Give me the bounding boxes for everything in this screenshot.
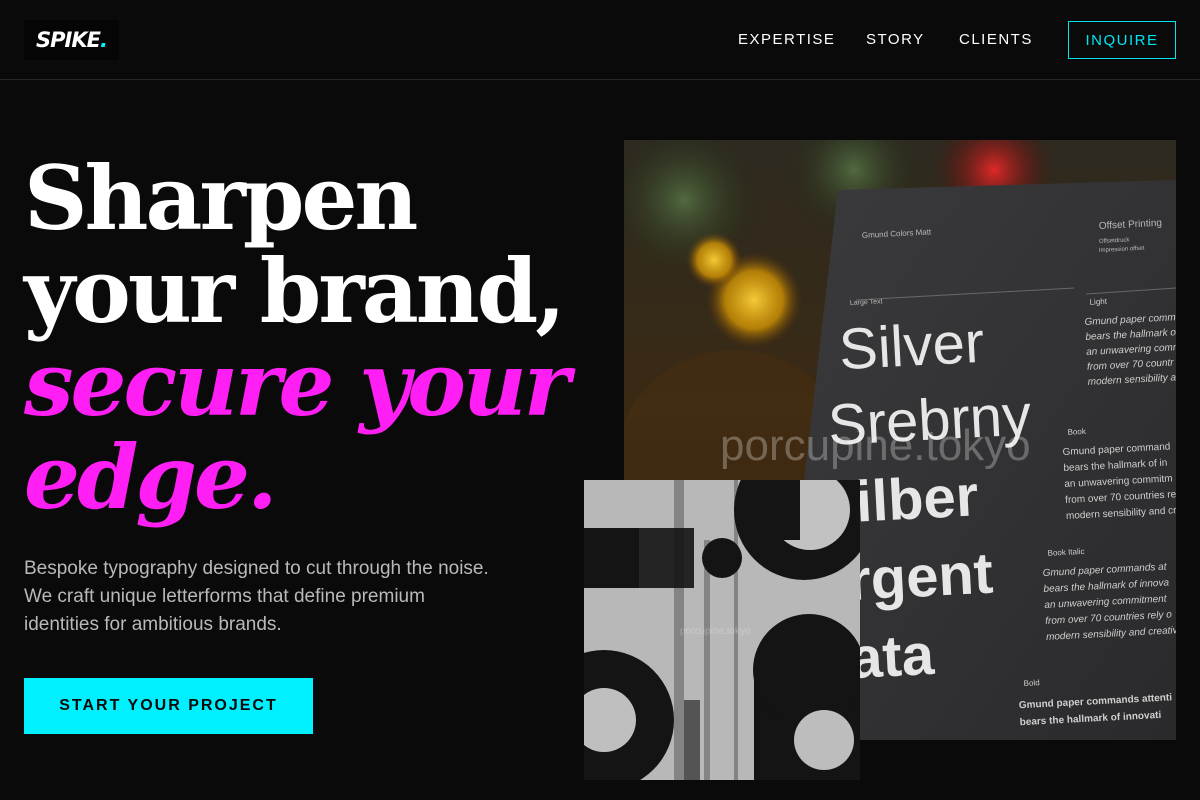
distressed-print-photo: porcupine.tokyo: [584, 480, 860, 780]
hero-accent-line-1: secure your: [24, 332, 570, 436]
photo-watermark: porcupine.tokyo: [720, 421, 1031, 470]
hero-title: Sharpen your brand, secure your edge.: [24, 146, 570, 529]
hero-subtitle: Bespoke typography designed to cut throu…: [24, 558, 489, 635]
hero-accent-line-2: edge.: [24, 425, 278, 529]
nav-story[interactable]: STORY: [866, 31, 925, 48]
svg-text:Book: Book: [1067, 427, 1087, 437]
svg-text:Silver: Silver: [837, 310, 985, 383]
site-header: SPIKE. EXPERTISE STORY CLIENTS INQUIRE: [0, 0, 1200, 80]
svg-text:Light: Light: [1089, 297, 1108, 307]
inquire-button[interactable]: INQUIRE: [1068, 21, 1176, 59]
svg-text:Bold: Bold: [1023, 678, 1039, 688]
nav-expertise[interactable]: EXPERTISE: [738, 31, 835, 48]
start-project-button[interactable]: START YOUR PROJECT: [24, 678, 313, 734]
logo[interactable]: SPIKE.: [24, 20, 119, 60]
hero-title-line-2: your brand,: [24, 239, 566, 343]
hero-title-line-1: Sharpen: [24, 146, 418, 250]
distressed-print-illustration: porcupine.tokyo: [584, 480, 860, 780]
nav-clients[interactable]: CLIENTS: [959, 31, 1033, 48]
logo-text: SPIKE.: [36, 28, 108, 52]
photo-watermark-small: porcupine.tokyo: [680, 626, 751, 637]
